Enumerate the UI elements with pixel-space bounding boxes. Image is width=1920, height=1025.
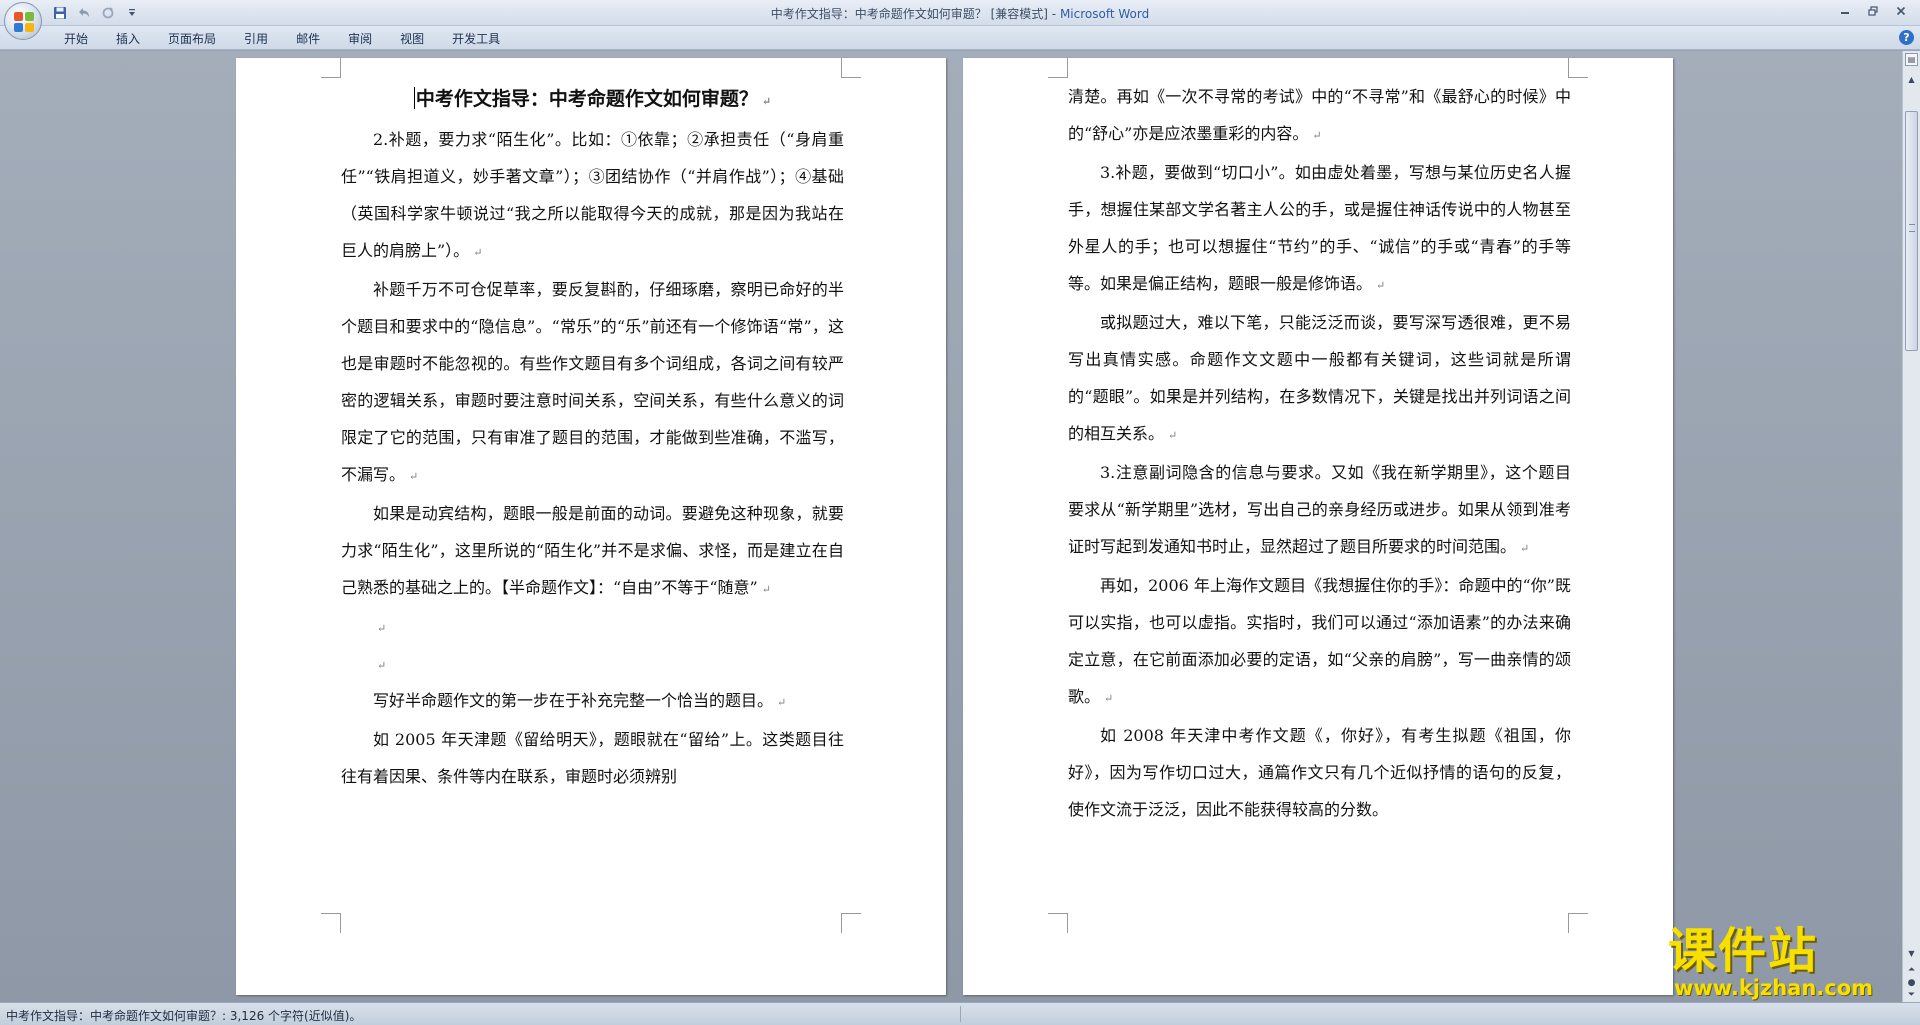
page-2-content[interactable]: 清楚。再如《一次不寻常的考试》中的“不寻常”和《最舒心的时候》中的“舒心”亦是应… <box>1068 78 1571 828</box>
crop-mark <box>1568 58 1588 78</box>
paragraph[interactable]: 如 2008 年天津中考作文题《，你好》，有考生拟题《祖国，你好》，因为写作切口… <box>1068 717 1571 828</box>
document-page-1[interactable]: 中考作文指导：中考命题作文如何审题？ ↵ 2.补题，要力求“陌生化”。比如：①依靠… <box>236 58 946 995</box>
paragraph-text: 3.补题，要做到“切口小”。如由虚处着墨，写想与某位历史名人握手，想握住某部文学… <box>1068 163 1571 293</box>
ribbon-tab-bar: 开始 插入 页面布局 引用 邮件 审阅 视图 开发工具 ? <box>0 26 1920 50</box>
document-page-2[interactable]: 清楚。再如《一次不寻常的考试》中的“不寻常”和《最舒心的时候》中的“舒心”亦是应… <box>963 58 1673 995</box>
crop-mark <box>321 58 341 78</box>
paragraph-mark: ↵ <box>1168 429 1178 442</box>
paragraph-text: 如 2005 年天津题《留给明天》，题眼就在“留给”上。这类题目往往有着因果、条… <box>341 730 844 786</box>
paragraph-mark: ↵ <box>473 246 483 259</box>
paragraph-mark: ↵ <box>1520 542 1530 555</box>
paragraph-text: 写好半命题作文的第一步在于补充完整一个恰当的题目。 <box>373 691 774 710</box>
document-name: 中考作文指导：中考命题作文如何审题？ [兼容模式] <box>770 7 1048 21</box>
tab-references[interactable]: 引用 <box>230 30 282 48</box>
paragraph-mark: ↵ <box>1376 279 1386 292</box>
paragraph-mark: ↵ <box>1312 129 1322 142</box>
paragraph-mark: ↵ <box>777 696 787 709</box>
empty-paragraph[interactable]: ↵ <box>341 645 844 682</box>
tab-review[interactable]: 审阅 <box>334 30 386 48</box>
paragraph-text: 补题千万不可仓促草率，要反复斟酌，仔细琢磨，察明已命好的半个题目和要求中的“隐信… <box>341 280 844 484</box>
office-button[interactable] <box>4 2 42 40</box>
ribbon-tabs: 开始 插入 页面布局 引用 邮件 审阅 视图 开发工具 <box>50 30 514 48</box>
ruler-toggle-icon[interactable]: ▤ <box>1905 53 1918 66</box>
scrollbar-thumb[interactable] <box>1905 111 1918 351</box>
tab-page-layout[interactable]: 页面布局 <box>154 30 230 48</box>
tab-view[interactable]: 视图 <box>386 30 438 48</box>
vertical-scrollbar[interactable]: ▤ ▲ ▼ ⏶ ● ⏷ <box>1902 51 1920 1002</box>
paragraph-mark: ↵ <box>761 95 772 108</box>
window-controls <box>1832 2 1914 20</box>
text-cursor <box>413 87 415 109</box>
document-workspace: 中考作文指导：中考命题作文如何审题？ ↵ 2.补题，要力求“陌生化”。比如：①依靠… <box>0 51 1902 1002</box>
paragraph-text: 如 2008 年天津中考作文题《，你好》，有考生拟题《祖国，你好》，因为写作切口… <box>1068 726 1571 819</box>
crop-mark <box>841 58 861 78</box>
page-1-content[interactable]: 中考作文指导：中考命题作文如何审题？ ↵ 2.补题，要力求“陌生化”。比如：①依靠… <box>341 80 844 795</box>
watermark-url: www.kjzhan.com <box>1674 976 1874 1000</box>
document-title-text: 中考作文指导：中考命题作文如何审题？ <box>415 88 758 110</box>
tab-mailings[interactable]: 邮件 <box>282 30 334 48</box>
help-icon[interactable]: ? <box>1899 30 1914 45</box>
tab-developer[interactable]: 开发工具 <box>438 30 514 48</box>
paragraph-mark: ↵ <box>1104 692 1114 705</box>
tab-home[interactable]: 开始 <box>50 30 102 48</box>
paragraph[interactable]: 2.补题，要力求“陌生化”。比如：①依靠；②承担责任（“身肩重任”“铁肩担道义，… <box>341 121 844 271</box>
title-bar: 中考作文指导：中考命题作文如何审题？ [兼容模式] - Microsoft Wo… <box>0 0 1920 26</box>
paragraph[interactable]: 补题千万不可仓促草率，要反复斟酌，仔细琢磨，察明已命好的半个题目和要求中的“隐信… <box>341 271 844 495</box>
paragraph[interactable]: 再如，2006 年上海作文题目《我想握住你的手》：命题中的“你”既可以实指，也可… <box>1068 567 1571 717</box>
watermark-logo-text: 课件站 <box>1668 923 1819 979</box>
crop-mark <box>1568 913 1588 933</box>
paragraph[interactable]: 3.注意副词隐含的信息与要求。又如《我在新学期里》，这个题目要求从“新学期里”选… <box>1068 454 1571 567</box>
paragraph[interactable]: 清楚。再如《一次不寻常的考试》中的“不寻常”和《最舒心的时候》中的“舒心”亦是应… <box>1068 78 1571 154</box>
app-name: Microsoft Word <box>1059 7 1150 21</box>
close-icon[interactable] <box>1888 2 1914 20</box>
crop-mark <box>1048 58 1068 78</box>
office-logo-icon <box>14 12 34 32</box>
status-word-count[interactable]: 中考作文指导：中考命题作文如何审题？: 3,126 个字符(近似值)。 <box>6 1007 361 1024</box>
crop-mark <box>841 913 861 933</box>
paragraph-text: 或拟题过大，难以下笔，只能泛泛而谈，要写深写透很难，更不易写出真情实感。命题作文… <box>1068 313 1571 443</box>
paragraph-text: 3.注意副词隐含的信息与要求。又如《我在新学期里》，这个题目要求从“新学期里”选… <box>1068 463 1571 556</box>
paragraph[interactable]: 如果是动宾结构，题眼一般是前面的动词。要避免这种现象，就要力求“陌生化”，这里所… <box>341 495 844 608</box>
paragraph-mark: ↵ <box>377 659 387 672</box>
paragraph-mark: ↵ <box>377 622 387 635</box>
empty-paragraph[interactable]: ↵ <box>341 608 844 645</box>
status-divider <box>960 1006 961 1022</box>
restore-icon[interactable] <box>1860 2 1886 20</box>
paragraph[interactable]: 3.补题，要做到“切口小”。如由虚处着墨，写想与某位历史名人握手，想握住某部文学… <box>1068 154 1571 304</box>
paragraph[interactable]: 如 2005 年天津题《留给明天》，题眼就在“留给”上。这类题目往往有着因果、条… <box>341 721 844 795</box>
scroll-up-icon[interactable]: ▲ <box>1905 73 1918 87</box>
crop-mark <box>1048 913 1068 933</box>
paragraph[interactable]: 写好半命题作文的第一步在于补充完整一个恰当的题目。 ↵ <box>341 682 844 721</box>
paragraph[interactable]: 或拟题过大，难以下笔，只能泛泛而谈，要写深写透很难，更不易写出真情实感。命题作文… <box>1068 304 1571 454</box>
paragraph-text: 2.补题，要力求“陌生化”。比如：①依靠；②承担责任（“身肩重任”“铁肩担道义，… <box>341 130 844 260</box>
crop-mark <box>321 913 341 933</box>
paragraph-mark: ↵ <box>409 470 419 483</box>
site-watermark: 课件站 www.kjzhan.com <box>1668 925 1916 999</box>
window-title: 中考作文指导：中考命题作文如何审题？ [兼容模式] - Microsoft Wo… <box>0 5 1920 22</box>
document-title[interactable]: 中考作文指导：中考命题作文如何审题？ ↵ <box>341 80 844 121</box>
tab-insert[interactable]: 插入 <box>102 30 154 48</box>
minimize-icon[interactable] <box>1832 2 1858 20</box>
status-bar: 中考作文指导：中考命题作文如何审题？: 3,126 个字符(近似值)。 <box>0 1002 1920 1025</box>
title-separator: - <box>1047 7 1060 21</box>
grip-icon <box>1909 224 1915 232</box>
paragraph-mark: ↵ <box>761 583 771 596</box>
paragraph-text: 再如，2006 年上海作文题目《我想握住你的手》：命题中的“你”既可以实指，也可… <box>1068 576 1571 706</box>
